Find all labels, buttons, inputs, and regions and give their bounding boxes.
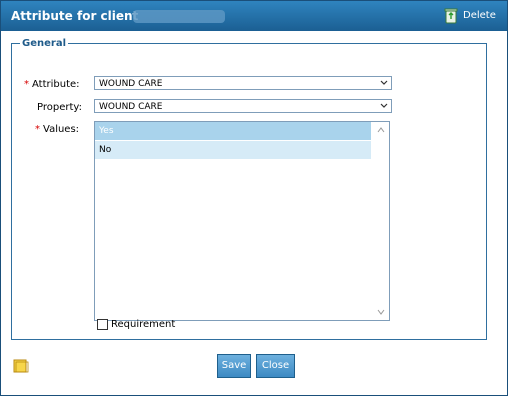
- property-value: WOUND CARE: [99, 102, 163, 112]
- delete-label: Delete: [463, 10, 496, 21]
- attribute-dialog: Attribute for client Delete General * Att…: [0, 0, 508, 396]
- delete-button[interactable]: Delete: [443, 7, 496, 24]
- general-legend: General: [22, 38, 66, 49]
- values-label-row: * Values:: [35, 124, 79, 135]
- scrollbar[interactable]: [373, 122, 389, 320]
- list-item[interactable]: Yes: [95, 122, 371, 141]
- requirement-checkbox-row[interactable]: Requirement: [97, 319, 175, 330]
- required-marker: *: [24, 79, 29, 90]
- trash-icon: [444, 8, 458, 24]
- property-select[interactable]: WOUND CARE: [94, 99, 392, 113]
- close-button[interactable]: Close: [256, 354, 295, 378]
- dialog-title: Attribute for client: [11, 9, 139, 23]
- attribute-label-row: * Attribute:: [24, 79, 80, 90]
- chevron-down-icon: [380, 103, 388, 108]
- values-label: Values:: [43, 124, 80, 135]
- attribute-label: Attribute:: [32, 79, 80, 90]
- requirement-checkbox[interactable]: [97, 319, 108, 330]
- attribute-value: WOUND CARE: [99, 79, 163, 89]
- note-icon[interactable]: [13, 359, 29, 373]
- required-marker: *: [35, 124, 40, 135]
- property-label: Property:: [37, 102, 82, 113]
- general-section: General * Attribute: WOUND CARE Property:…: [11, 38, 487, 340]
- list-item[interactable]: No: [95, 141, 371, 160]
- attribute-select[interactable]: WOUND CARE: [94, 76, 392, 90]
- save-button[interactable]: Save: [217, 354, 251, 378]
- values-listbox[interactable]: Yes No: [94, 121, 390, 321]
- requirement-label: Requirement: [111, 319, 176, 330]
- chevron-down-icon[interactable]: [377, 309, 385, 315]
- redacted-client-name: [133, 10, 225, 23]
- chevron-up-icon[interactable]: [377, 127, 385, 133]
- chevron-down-icon: [380, 80, 388, 85]
- titlebar: Attribute for client Delete: [1, 1, 507, 31]
